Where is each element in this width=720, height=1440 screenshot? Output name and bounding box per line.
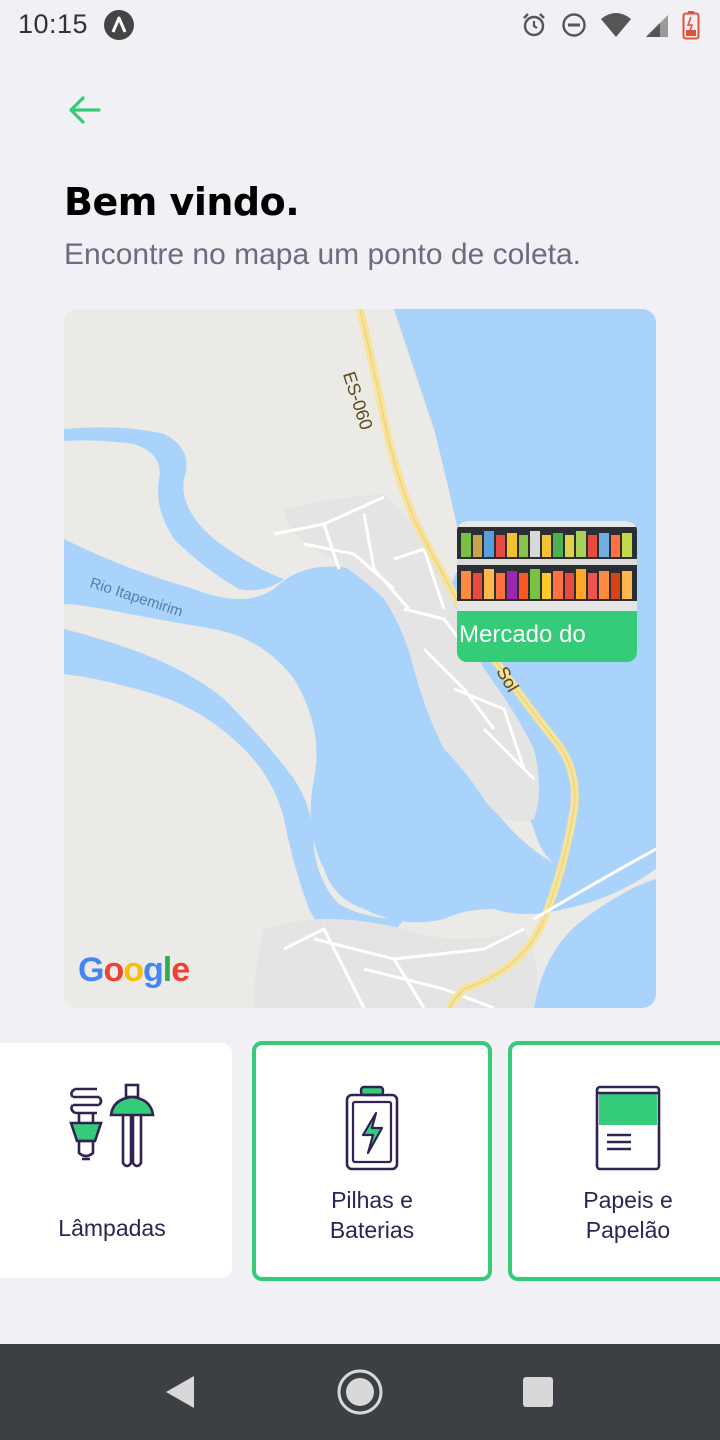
page-title: Bem vindo. — [64, 180, 300, 224]
google-logo: Google — [78, 951, 190, 989]
category-label: Papeis e Papelão — [583, 1187, 673, 1243]
back-button[interactable] — [62, 88, 106, 132]
nav-back-icon[interactable] — [164, 1374, 196, 1410]
signal-icon — [646, 15, 668, 37]
marker-name: Mercado do — [459, 621, 586, 648]
marker-photo — [457, 521, 637, 611]
alarm-icon — [523, 13, 545, 37]
battery-low-icon — [682, 11, 700, 40]
do-not-disturb-icon — [562, 13, 586, 37]
paper-icon — [595, 1085, 661, 1171]
map-marker[interactable]: Mercado do — [457, 521, 637, 662]
status-bar: 10:15 — [0, 0, 720, 50]
category-label: Lâmpadas — [58, 1215, 166, 1241]
page-subtitle: Encontre no mapa um ponto de coleta. — [64, 238, 582, 271]
status-time: 10:15 — [18, 9, 89, 39]
category-label: Pilhas e Baterias — [329, 1187, 415, 1243]
wifi-icon — [601, 13, 631, 37]
lamp-icon — [69, 1083, 155, 1168]
category-papeis-papelao[interactable]: Papeis e Papelão — [508, 1041, 720, 1281]
category-pilhas-baterias[interactable]: Pilhas e Baterias — [252, 1041, 492, 1281]
app-notification-icon — [104, 10, 134, 40]
arrow-left-icon — [69, 96, 101, 124]
nav-home-icon[interactable] — [336, 1368, 384, 1416]
status-icons — [520, 8, 700, 42]
battery-icon — [345, 1085, 399, 1171]
category-lampadas[interactable]: Lâmpadas — [0, 1043, 232, 1278]
system-nav-bar — [0, 1344, 720, 1440]
map-view[interactable]: ES-060 Sol Rio Itapemirim Mercado do Goo… — [64, 309, 656, 1008]
nav-recents-icon[interactable] — [522, 1376, 554, 1408]
